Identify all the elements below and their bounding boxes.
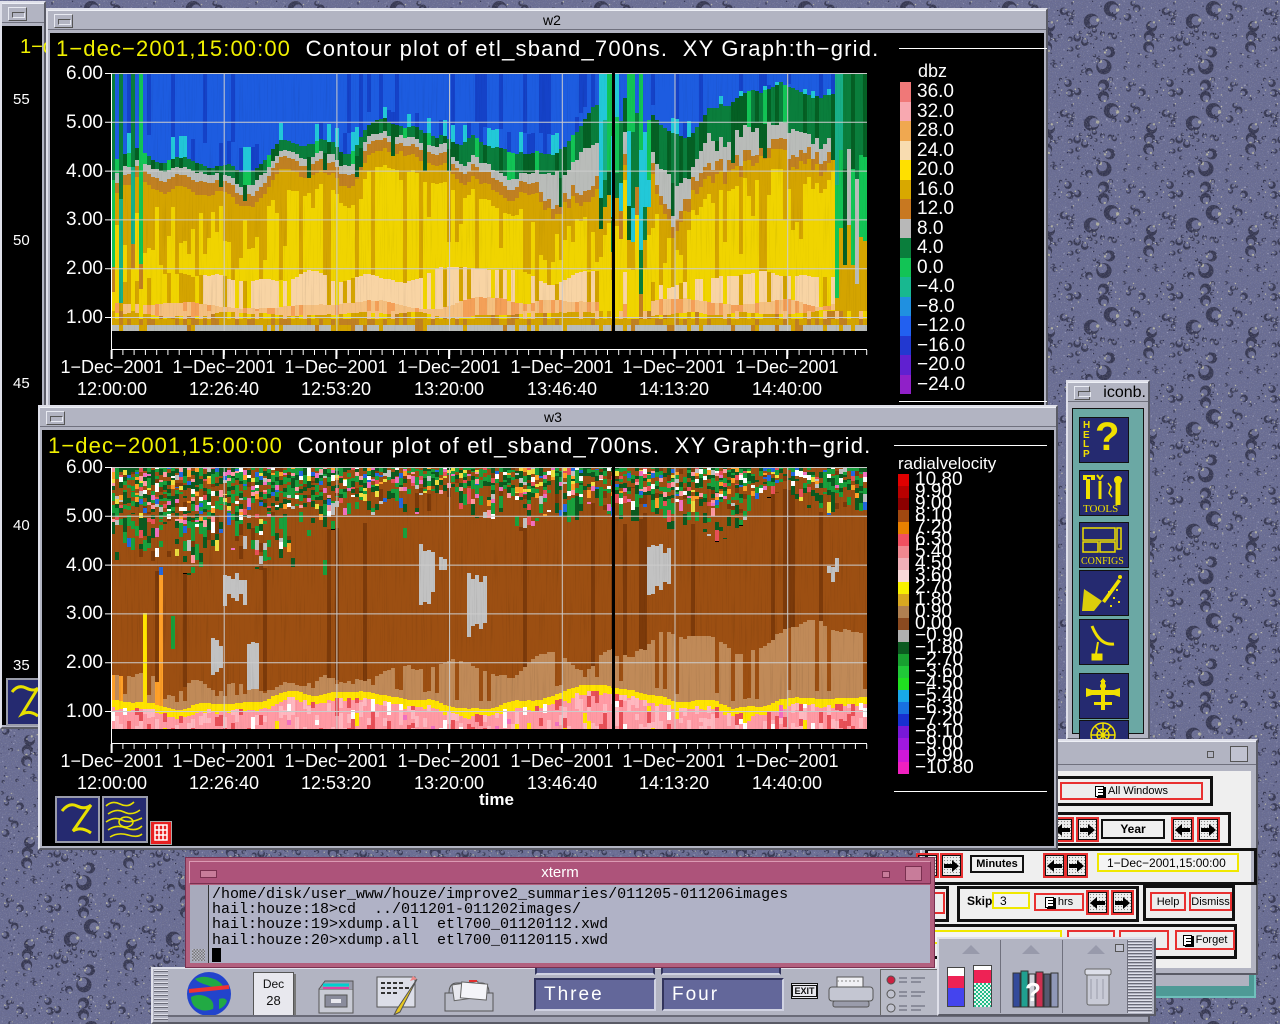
svg-text:?: ? xyxy=(1025,977,1041,1007)
svg-text:TOOLS: TOOLS xyxy=(1083,503,1118,515)
svg-text:CONFIGS: CONFIGS xyxy=(1081,556,1124,567)
